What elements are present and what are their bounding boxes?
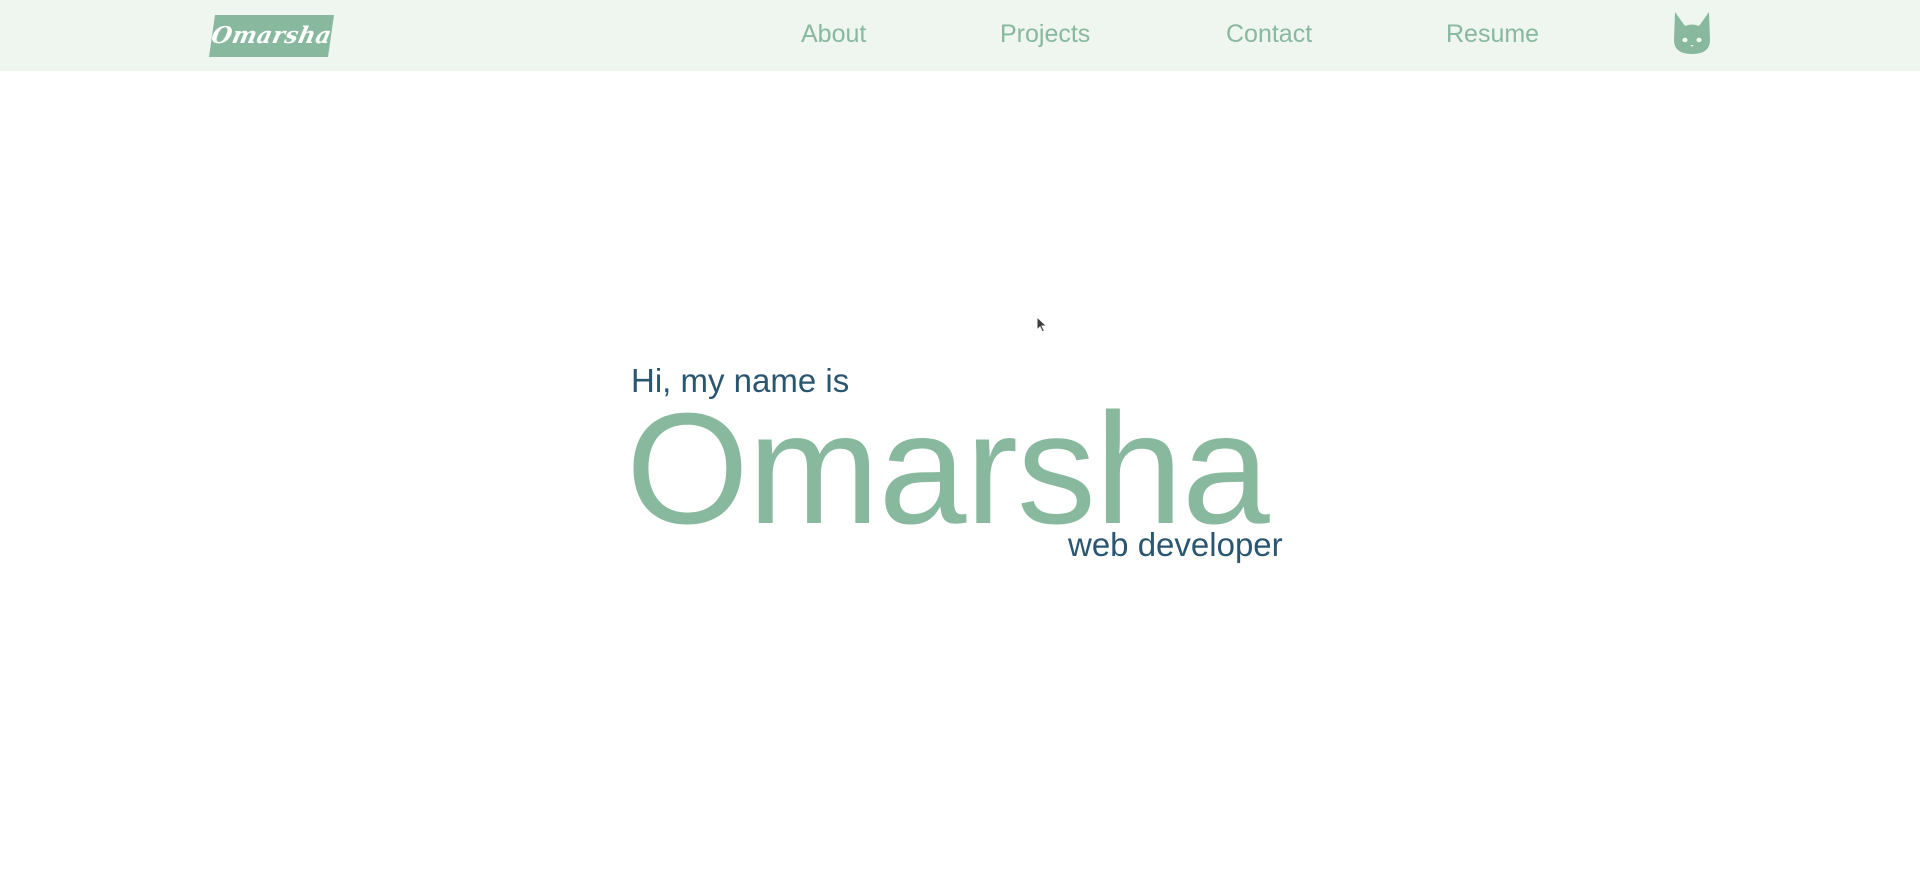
cat-head-icon[interactable] (1672, 10, 1712, 56)
nav-link-contact[interactable]: Contact (1226, 18, 1312, 50)
nav-link-projects[interactable]: Projects (1000, 18, 1090, 50)
hero-role: web developer (1068, 526, 1283, 563)
navbar: Omarsha About Projects Contact Resume (0, 0, 1920, 71)
logo-link[interactable]: Omarsha (209, 15, 334, 57)
hero-section: Hi, my name is Omarsha web developer (0, 71, 1920, 891)
nav-link-resume[interactable]: Resume (1446, 18, 1539, 50)
logo-text: Omarsha (209, 22, 335, 49)
nav-link-about[interactable]: About (801, 18, 866, 50)
mouse-cursor-icon (1036, 315, 1048, 333)
